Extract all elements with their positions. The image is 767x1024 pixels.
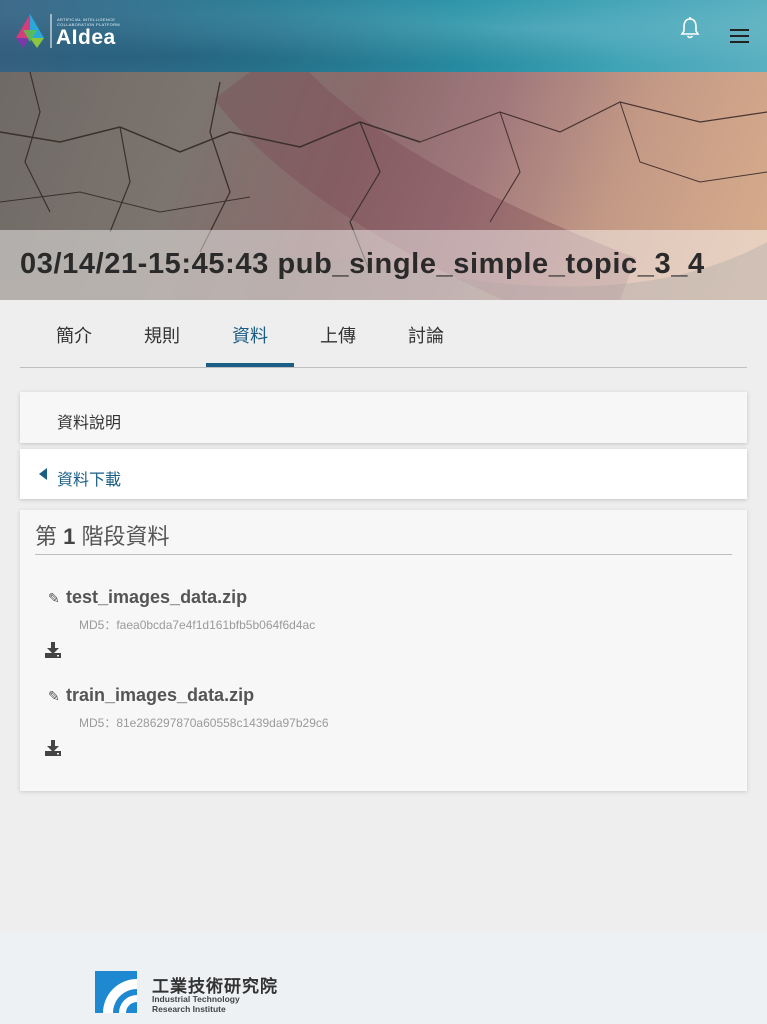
tab-bar: 簡介 規則 資料 上傳 討論: [20, 300, 747, 368]
logo-wordmark: AIdea: [56, 26, 116, 49]
caret-left-icon: [39, 468, 47, 480]
divider: [35, 554, 732, 555]
file-name: train_images_data.zip: [66, 685, 255, 705]
data-description-label: 資料說明: [57, 415, 122, 432]
menu-icon[interactable]: [729, 27, 751, 45]
org-name-english: Industrial Technology Research Institute: [152, 994, 240, 1014]
bell-icon[interactable]: [679, 16, 701, 40]
tab-discussion[interactable]: 討論: [382, 300, 470, 367]
org-name-english-line1: Industrial Technology: [152, 994, 240, 1004]
data-description-section[interactable]: 資料說明: [20, 392, 747, 443]
stage-suffix: 階段資料: [81, 524, 170, 549]
data-download-section[interactable]: 資料下載: [20, 449, 747, 499]
file-md5: MD5：81e286297870a60558c1439da97b29c6: [79, 716, 329, 730]
tab-upload[interactable]: 上傳: [294, 300, 382, 367]
data-download-label: 資料下載: [57, 472, 122, 489]
download-icon[interactable]: [44, 641, 62, 659]
stage-title: 第 1 階段資料: [35, 519, 170, 551]
footer: 工業技術研究院 Industrial Technology Research I…: [0, 931, 767, 1024]
stage-number: 1: [63, 524, 76, 549]
stage-data-panel: 第 1 階段資料 ✎ test_images_data.zip MD5：faea…: [20, 510, 747, 791]
competition-banner: 03/14/21-15:45:43 pub_single_simple_topi…: [0, 72, 767, 300]
stage-prefix: 第: [35, 524, 58, 549]
tab-rules[interactable]: 規則: [118, 300, 206, 367]
tab-data[interactable]: 資料: [206, 300, 294, 367]
org-name-english-line2: Research Institute: [152, 1004, 226, 1014]
top-navigation-bar: ARTIFICIAL INTELLIGENCE COLLABORATION PL…: [0, 0, 767, 72]
download-icon[interactable]: [44, 739, 62, 757]
paperclip-icon: ✎: [48, 590, 60, 606]
page-title: 03/14/21-15:45:43 pub_single_simple_topi…: [20, 248, 705, 280]
itri-logo[interactable]: [95, 971, 137, 1013]
tab-intro[interactable]: 簡介: [30, 300, 118, 367]
paperclip-icon: ✎: [48, 688, 60, 704]
file-md5: MD5：faea0bcda7e4f1d161bfb5b064f6d4ac: [79, 618, 316, 632]
file-name: test_images_data.zip: [66, 587, 248, 607]
